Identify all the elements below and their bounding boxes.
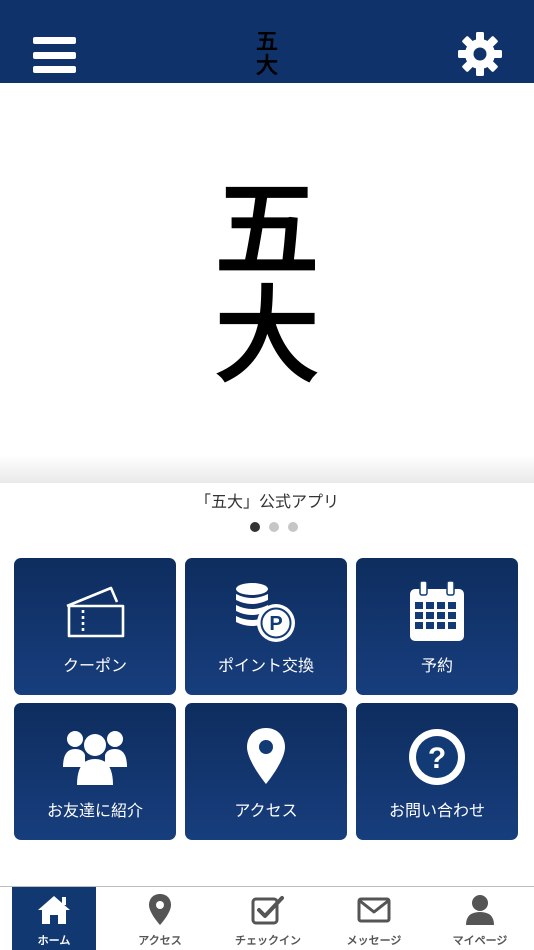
carousel-dots xyxy=(250,522,298,532)
bottom-tab-bar: ホーム アクセス チェックイン メッセージ マイページ xyxy=(0,886,534,950)
user-icon xyxy=(466,895,494,925)
tab-checkin-label: チェックイン xyxy=(235,934,301,947)
calendar-icon xyxy=(410,581,464,641)
point-exchange-label: ポイント交換 xyxy=(217,656,314,675)
users-icon xyxy=(63,731,127,785)
gear-icon xyxy=(458,32,502,76)
tab-message-label: メッセージ xyxy=(346,934,402,947)
hero-banner: 五 大 xyxy=(0,83,534,483)
map-pin-icon xyxy=(149,894,171,925)
hamburger-icon xyxy=(33,37,76,44)
question-icon: ? xyxy=(409,729,465,785)
checkin-icon xyxy=(251,896,284,925)
contact-tile[interactable]: ? お問い合わせ xyxy=(356,703,518,840)
carousel-dot-2[interactable] xyxy=(269,522,279,532)
tab-checkin[interactable]: チェックイン xyxy=(218,887,318,950)
banner-caption: 「五大」公式アプリ xyxy=(194,492,339,511)
reservation-label: 予約 xyxy=(420,656,453,675)
tab-home[interactable]: ホーム xyxy=(12,887,96,950)
access-label: アクセス xyxy=(234,801,298,820)
tab-access-label: アクセス xyxy=(138,934,182,947)
tab-mypage[interactable]: マイページ xyxy=(432,887,528,950)
app-header: 五 大 xyxy=(0,0,534,83)
menu-button[interactable] xyxy=(33,37,76,73)
access-tile[interactable]: アクセス xyxy=(185,703,347,840)
reservation-tile[interactable]: 予約 xyxy=(356,558,518,695)
point-exchange-tile[interactable]: P ポイント交換 xyxy=(185,558,347,695)
coins-icon: P xyxy=(236,583,295,642)
carousel-dot-1[interactable] xyxy=(250,522,260,532)
svg-text:P: P xyxy=(269,613,282,635)
coupon-tile[interactable]: クーポン xyxy=(14,558,176,695)
settings-button[interactable] xyxy=(456,30,504,78)
coupon-label: クーポン xyxy=(62,656,127,675)
tab-access[interactable]: アクセス xyxy=(112,887,208,950)
home-icon xyxy=(38,896,70,924)
svg-text:?: ? xyxy=(428,742,446,775)
carousel-dot-3[interactable] xyxy=(288,522,298,532)
refer-friend-tile[interactable]: お友達に紹介 xyxy=(14,703,176,840)
hero-logo: 五 大 xyxy=(214,168,319,397)
envelope-icon xyxy=(357,897,391,923)
ticket-icon xyxy=(66,586,125,638)
map-pin-icon xyxy=(247,728,285,784)
refer-friend-label: お友達に紹介 xyxy=(46,801,143,820)
tab-home-label: ホーム xyxy=(37,934,71,947)
tab-message[interactable]: メッセージ xyxy=(324,887,424,950)
header-logo: 五 大 xyxy=(255,29,278,79)
contact-label: お問い合わせ xyxy=(388,801,485,820)
tab-mypage-label: マイページ xyxy=(452,934,508,947)
